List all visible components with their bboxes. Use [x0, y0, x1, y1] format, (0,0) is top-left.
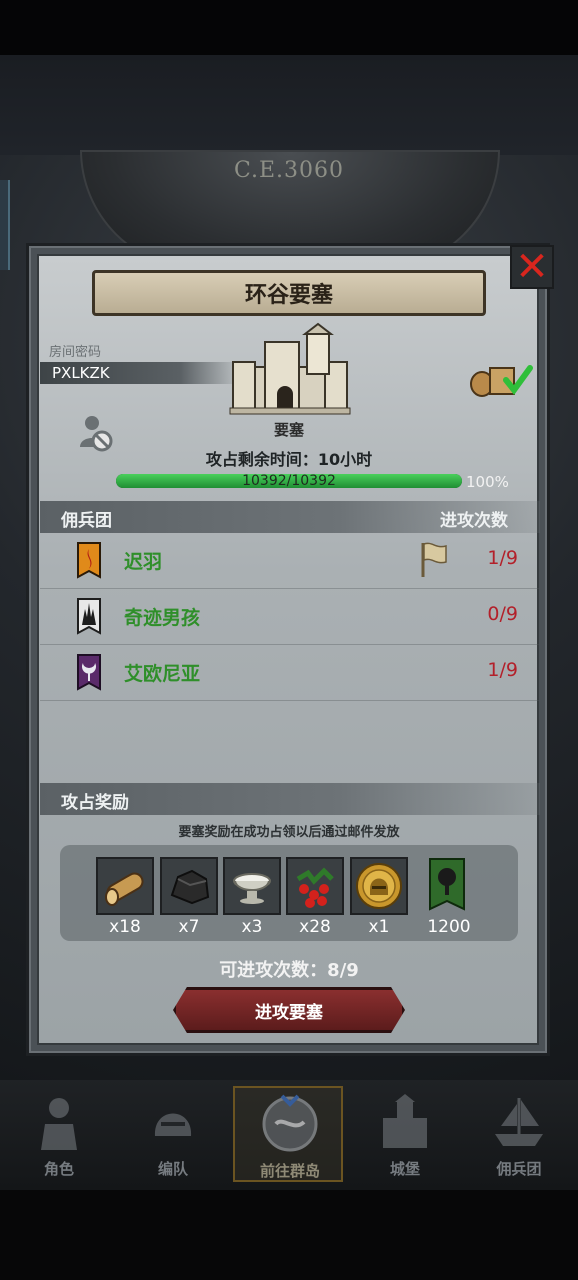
- mercenary-header: 佣兵团: [61, 511, 112, 531]
- reward-item[interactable]: x1: [350, 857, 410, 937]
- nav-item-character[interactable]: 角色: [4, 1086, 114, 1182]
- reward-item[interactable]: x18: [96, 857, 156, 937]
- flag-icon: [421, 542, 447, 577]
- black-spire-banner-icon: [77, 598, 101, 635]
- guild-attempts: 1/9: [487, 659, 518, 681]
- background-band: [0, 55, 578, 155]
- knight-icon: [41, 1098, 77, 1150]
- ship-icon: [495, 1098, 543, 1146]
- guild-name: 迟羽: [124, 551, 163, 573]
- purple-crescent-banner-icon: [77, 654, 101, 691]
- guild-name: 艾欧尼亚: [124, 663, 201, 685]
- guild-attempts: 1/9: [487, 547, 518, 569]
- compass-map-icon: [262, 1094, 318, 1152]
- reward-tile: [223, 857, 281, 915]
- wood-logs-icon: [105, 872, 144, 906]
- fortress-hp-text: 10392/10392: [242, 473, 336, 489]
- attack-count-header: 进攻次数: [440, 511, 508, 531]
- reward-tile: [420, 857, 478, 915]
- reward-count: 1200: [427, 917, 471, 937]
- reward-count: x3: [241, 917, 263, 937]
- silver-bowl-icon: [233, 873, 271, 904]
- empty-guild-row: [40, 701, 540, 757]
- castle-icon: [383, 1094, 427, 1148]
- green-tree-banner-icon: [429, 858, 465, 911]
- era-year: C.E.3060: [233, 158, 345, 183]
- fortress-hp-percent: 100%: [466, 473, 509, 491]
- time-remaining: 攻占剩余时间：10小时: [205, 450, 373, 469]
- reward-tile: [350, 857, 408, 915]
- guild-row[interactable]: 迟羽 1/9: [40, 533, 540, 589]
- attack-fortress-button[interactable]: 进攻要塞: [173, 987, 405, 1033]
- nav-label: 前往群岛: [259, 1162, 320, 1180]
- nav-item-formation[interactable]: 编队: [118, 1086, 228, 1182]
- nav-label: 佣兵团: [496, 1160, 542, 1178]
- reward-tile: [286, 857, 344, 915]
- side-tab: [0, 180, 10, 270]
- reward-item[interactable]: x7: [160, 857, 220, 937]
- reward-item[interactable]: x28: [286, 857, 346, 937]
- rewards-header: 攻占奖励: [61, 793, 129, 813]
- title-plate: 环谷要塞: [92, 270, 486, 316]
- resource-bags-check-icon[interactable]: [468, 358, 534, 398]
- nav-item-mercenary[interactable]: 佣兵团: [464, 1086, 574, 1182]
- guild-name: 奇迹男孩: [124, 607, 201, 629]
- reward-count: x7: [178, 917, 200, 937]
- stone-ore-icon: [170, 869, 210, 905]
- attack-fortress-label: 进攻要塞: [255, 1002, 323, 1023]
- reward-count: x1: [368, 917, 390, 937]
- gold-helmet-coin-icon: [356, 863, 402, 909]
- nav-item-islands[interactable]: 前往群岛: [233, 1086, 343, 1182]
- fortress-icon: [229, 322, 351, 415]
- helmet-icon: [154, 1113, 192, 1136]
- reward-tile: [96, 857, 154, 915]
- attacks-left: 可进攻次数：8/9: [219, 960, 359, 981]
- nav-label: 城堡: [389, 1160, 420, 1178]
- guild-row[interactable]: 奇迹男孩 0/9: [40, 589, 540, 645]
- guild-row[interactable]: 艾欧尼亚 1/9: [40, 645, 540, 701]
- room-code: PXLKZK: [52, 364, 110, 382]
- nav-label: 角色: [43, 1160, 74, 1178]
- reward-count: x28: [299, 917, 331, 937]
- reward-item[interactable]: 1200: [420, 857, 480, 937]
- close-button[interactable]: ✕: [510, 245, 554, 289]
- nav-item-castle[interactable]: 城堡: [350, 1086, 460, 1182]
- room-code-label: 房间密码: [49, 345, 102, 360]
- reward-item[interactable]: x3: [223, 857, 283, 937]
- guild-attempts: 0/9: [487, 603, 518, 625]
- close-icon: ✕: [515, 244, 549, 290]
- top-black-bar: [0, 0, 578, 55]
- modal-title: 环谷要塞: [244, 283, 333, 308]
- berries-icon: [296, 867, 334, 908]
- nav-label: 编队: [157, 1160, 188, 1178]
- orange-flame-banner-icon: [77, 542, 101, 579]
- bottom-black-bar: [0, 1190, 578, 1280]
- reward-tile: [160, 857, 218, 915]
- reward-count: x18: [109, 917, 141, 937]
- reward-note: 要塞奖励在成功占领以后通过邮件发放: [178, 825, 400, 840]
